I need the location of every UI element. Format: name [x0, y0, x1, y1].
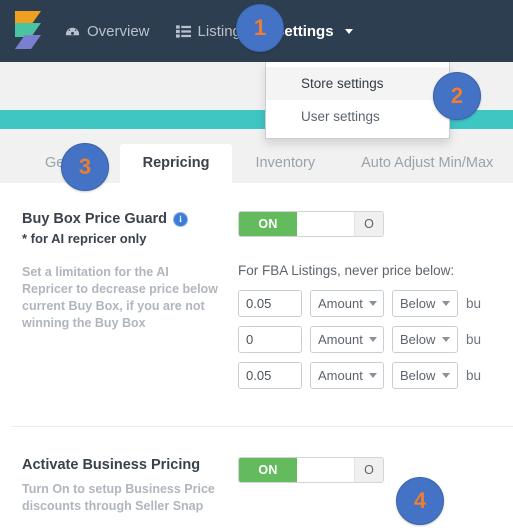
tab-inventory[interactable]: Inventory — [232, 144, 338, 183]
amount-select-2[interactable]: Amount — [310, 326, 384, 353]
business-pricing-description: Turn On to setup Business Price discount… — [22, 482, 215, 513]
amount-select-2-label: Amount — [318, 332, 363, 347]
list-icon — [175, 24, 191, 38]
toggle-on-label: ON — [239, 458, 297, 482]
buy-box-guard-subtitle: * for AI repricer only — [22, 231, 147, 246]
tab-repricing[interactable]: Repricing — [119, 144, 233, 183]
price-rule-row: Amount Below bu — [238, 362, 513, 389]
toggle-knob[interactable] — [297, 212, 354, 236]
section-divider — [12, 426, 513, 427]
price-rule-row: Amount Below bu — [238, 326, 513, 353]
buy-box-guard-toggle[interactable]: ON O — [238, 211, 384, 237]
business-pricing-title: Activate Business Pricing — [22, 457, 201, 473]
info-icon[interactable]: i — [173, 211, 189, 227]
buy-box-guard-title-row: Buy Box Price Guard i — [22, 209, 226, 229]
toggle-on-label: ON — [239, 212, 297, 236]
caret-down-icon — [344, 28, 353, 34]
row-suffix-3: bu — [466, 368, 482, 383]
business-pricing-controls: ON O — [238, 455, 513, 515]
chevron-down-icon — [368, 301, 377, 306]
direction-select-1-label: Below — [400, 296, 436, 311]
amount-select-1-label: Amount — [318, 296, 363, 311]
callout-badge-2: 2 — [433, 72, 481, 120]
chevron-down-icon — [368, 337, 377, 342]
amount-select-3[interactable]: Amount — [310, 362, 384, 389]
nav-item-overview[interactable]: Overview — [52, 0, 163, 62]
chevron-down-icon — [442, 373, 450, 378]
business-pricing-toggle[interactable]: ON O — [238, 457, 384, 483]
buy-box-guard-description: Set a limitation for the AI Repricer to … — [22, 265, 218, 330]
row-suffix-2: bu — [466, 332, 482, 347]
chevron-down-icon — [442, 301, 450, 306]
settings-dropdown-menu: Store settings User settings — [265, 62, 450, 139]
callout-badge-1: 1 — [236, 4, 284, 52]
price-value-input-1[interactable] — [238, 290, 302, 317]
price-rule-row: Amount Below bu — [238, 290, 513, 317]
chevron-down-icon — [442, 337, 450, 342]
fba-listings-label: For FBA Listings, never price below: — [238, 263, 455, 278]
row-suffix-1: bu — [466, 296, 482, 311]
settings-panel: Buy Box Price Guard i * for AI repricer … — [0, 183, 513, 531]
sellersnap-logo-icon — [15, 11, 41, 51]
callout-badge-3: 3 — [61, 143, 109, 191]
tab-auto-adjust-min-max[interactable]: Auto Adjust Min/Max — [338, 144, 513, 183]
business-pricing-info: Activate Business Pricing Turn On to set… — [0, 455, 238, 515]
chevron-down-icon — [368, 373, 377, 378]
buy-box-guard-controls: ON O For FBA Listings, never price below… — [238, 209, 513, 398]
price-value-input-3[interactable] — [238, 362, 302, 389]
callout-badge-4: 4 — [396, 477, 444, 525]
direction-select-2-label: Below — [400, 332, 436, 347]
toggle-off-label: O — [354, 212, 383, 236]
nav-item-overview-label: Overview — [87, 22, 150, 40]
direction-select-1[interactable]: Below — [392, 290, 458, 317]
buy-box-guard-title: Buy Box Price Guard — [22, 211, 168, 227]
amount-select-3-label: Amount — [318, 368, 363, 383]
toggle-knob[interactable] — [297, 458, 354, 482]
dropdown-item-store-settings[interactable]: Store settings — [266, 67, 449, 100]
dropdown-item-user-settings[interactable]: User settings — [266, 100, 449, 133]
direction-select-2[interactable]: Below — [392, 326, 458, 353]
dashboard-icon — [65, 24, 80, 39]
amount-select-1[interactable]: Amount — [310, 290, 384, 317]
price-value-input-2[interactable] — [238, 326, 302, 353]
brand-logo[interactable] — [0, 11, 52, 51]
direction-select-3-label: Below — [400, 368, 436, 383]
section-buy-box-price-guard: Buy Box Price Guard i * for AI repricer … — [0, 183, 513, 398]
buy-box-guard-info: Buy Box Price Guard i * for AI repricer … — [0, 209, 238, 398]
app-root: Overview Listings Settings Store setting… — [0, 0, 513, 531]
toggle-off-label: O — [354, 458, 383, 482]
direction-select-3[interactable]: Below — [392, 362, 458, 389]
